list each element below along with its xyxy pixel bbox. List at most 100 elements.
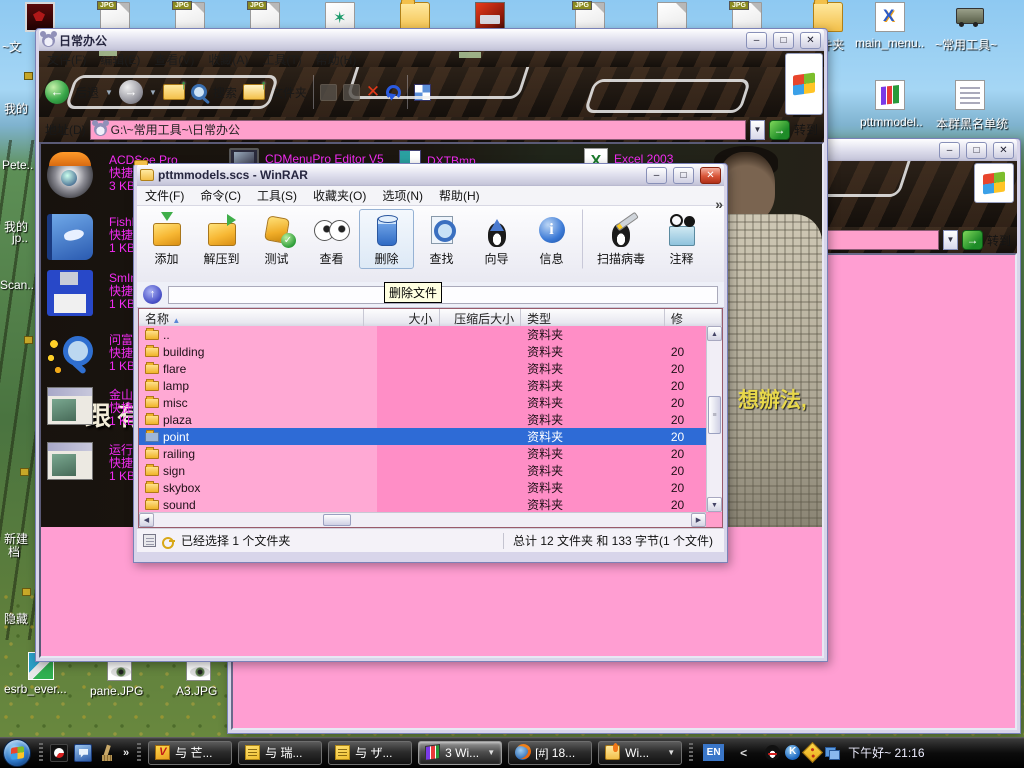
- maximize-button[interactable]: □: [673, 167, 694, 184]
- task-button[interactable]: 与 芒... ▼: [148, 741, 232, 765]
- desktop-icon-blacklist[interactable]: [955, 80, 985, 110]
- history-icon[interactable]: [320, 84, 337, 101]
- winrar-toolbar-button[interactable]: 向导: [469, 209, 524, 269]
- menu-options[interactable]: 选项(N): [382, 187, 423, 204]
- menu-file[interactable]: 文件(F): [145, 187, 184, 204]
- menu-view[interactable]: 查看(V): [154, 51, 194, 67]
- file-row[interactable]: building 资料夹 20: [139, 343, 722, 360]
- language-indicator[interactable]: EN: [703, 744, 724, 761]
- winrar-toolbar-button[interactable]: 添加: [139, 209, 194, 269]
- menu-help[interactable]: 帮助(H): [316, 51, 357, 67]
- menu-tools[interactable]: 工具(S): [257, 187, 297, 204]
- desktop-icon-label[interactable]: ~文: [2, 38, 21, 55]
- quicklaunch-icon-1[interactable]: [50, 744, 68, 762]
- desktop-icon-label[interactable]: 隐藏: [4, 610, 28, 627]
- file-row[interactable]: sound 资料夹 20: [139, 496, 722, 513]
- tray-grip[interactable]: [689, 743, 693, 763]
- back-button[interactable]: ←: [45, 80, 69, 104]
- key-status-icon[interactable]: [162, 534, 175, 547]
- menu-tools[interactable]: 工具(T): [262, 51, 301, 67]
- task-button[interactable]: [#] 18... ▼: [508, 741, 592, 765]
- file-row[interactable]: point 资料夹 20: [139, 428, 722, 445]
- chevron-down-icon[interactable]: ▼: [943, 230, 958, 250]
- desktop-icon-pttmmodel[interactable]: [875, 80, 905, 110]
- column-header-name[interactable]: 名称 ▲: [139, 309, 364, 326]
- winrar-toolbar-button[interactable]: 测试: [249, 209, 304, 269]
- task-group-dropdown-icon[interactable]: ▼: [667, 748, 675, 757]
- column-header-type[interactable]: 类型: [521, 309, 665, 326]
- search-icon[interactable]: [191, 84, 207, 100]
- chevron-down-icon[interactable]: ▼: [750, 120, 765, 140]
- winrar-toolbar-button[interactable]: 查看: [304, 209, 359, 269]
- minimize-button[interactable]: –: [646, 167, 667, 184]
- scroll-up-icon[interactable]: ▲: [707, 326, 722, 341]
- desktop-icon-main-menu[interactable]: [875, 2, 905, 32]
- move-icon[interactable]: [343, 84, 360, 101]
- pizza-tray-icon[interactable]: [802, 742, 823, 763]
- file-row[interactable]: misc 资料夹 20: [139, 394, 722, 411]
- desktop-icon-label[interactable]: Scan..: [0, 278, 34, 292]
- scrollbar-thumb[interactable]: [323, 514, 351, 526]
- folders-icon[interactable]: [243, 84, 265, 100]
- network-tray-icon[interactable]: [825, 745, 840, 760]
- file-row[interactable]: railing 资料夹 20: [139, 445, 722, 462]
- start-button[interactable]: [3, 739, 31, 767]
- task-button[interactable]: Wi... ▼: [598, 741, 682, 765]
- winrar-toolbar-button[interactable]: 解压到: [194, 209, 249, 269]
- maximize-button[interactable]: □: [966, 142, 987, 159]
- task-button[interactable]: 与 ザ... ▼: [328, 741, 412, 765]
- menu-favorites[interactable]: 收藏夹(O): [313, 187, 366, 204]
- menu-file[interactable]: 文件(F): [47, 51, 86, 67]
- column-header-modified[interactable]: 修: [665, 309, 722, 326]
- drive-status-icon[interactable]: [143, 534, 156, 547]
- archive-file-list[interactable]: 名称 ▲ 大小 压缩后大小 类型 修 .. 资料夹: [138, 308, 723, 528]
- file-row[interactable]: lamp 资料夹 20: [139, 377, 722, 394]
- winrar-window[interactable]: pttmmodels.scs - WinRAR – □ ✕ 文件(F) 命令(C…: [133, 163, 728, 563]
- close-button[interactable]: ✕: [800, 32, 821, 49]
- file-row[interactable]: .. 资料夹: [139, 326, 722, 343]
- scroll-right-icon[interactable]: ▶: [691, 513, 706, 527]
- quicklaunch-grip[interactable]: [39, 743, 43, 763]
- up-button[interactable]: [163, 84, 185, 100]
- file-row[interactable]: sign 资料夹 20: [139, 462, 722, 479]
- desktop-icon-label[interactable]: 我的: [4, 100, 28, 117]
- desktop-icon-label[interactable]: jp..: [12, 231, 28, 245]
- vertical-scrollbar[interactable]: ▲ ≡ ▼: [706, 326, 722, 512]
- close-button[interactable]: ✕: [993, 142, 1014, 159]
- explorer-titlebar[interactable]: 日常办公 – □ ✕: [39, 29, 824, 51]
- taskbar-grip[interactable]: [137, 743, 141, 763]
- address-input[interactable]: G:\~常用工具~\日常办公: [90, 120, 746, 140]
- maximize-button[interactable]: □: [773, 32, 794, 49]
- winrar-toolbar-button[interactable]: 删除: [359, 209, 414, 269]
- menu-commands[interactable]: 命令(C): [200, 187, 241, 204]
- desktop-icon-label[interactable]: Pete..: [2, 158, 33, 172]
- go-button[interactable]: →: [769, 120, 790, 140]
- up-one-level-button[interactable]: ↑: [143, 285, 162, 304]
- horizontal-scrollbar[interactable]: ◀ ▶: [139, 512, 706, 527]
- winrar-toolbar-button[interactable]: 查找: [414, 209, 469, 269]
- file-row[interactable]: plaza 资料夹 20: [139, 411, 722, 428]
- scrollbar-thumb[interactable]: ≡: [708, 396, 721, 434]
- task-button[interactable]: 3 Wi... ▼: [418, 741, 502, 765]
- desktop-icon-label[interactable]: 档: [8, 543, 20, 560]
- archive-path-combobox[interactable]: [168, 286, 718, 304]
- winrar-toolbar-button[interactable]: 信息: [524, 209, 579, 269]
- kugou-tray-icon[interactable]: [785, 745, 800, 760]
- undo-icon[interactable]: [386, 85, 401, 100]
- close-button[interactable]: ✕: [700, 167, 721, 184]
- winrar-toolbar-button[interactable]: 扫描病毒: [582, 209, 654, 269]
- menu-favorites[interactable]: 收藏(A): [208, 51, 248, 67]
- go-button[interactable]: →: [962, 230, 983, 250]
- file-row[interactable]: skybox 资料夹 20: [139, 479, 722, 496]
- toolbar-overflow-chevron[interactable]: »: [715, 196, 723, 212]
- minimize-button[interactable]: –: [746, 32, 767, 49]
- tray-collapse-arrow[interactable]: <: [740, 746, 747, 760]
- column-header-size[interactable]: 大小: [364, 309, 440, 326]
- task-button[interactable]: 与 瑞... ▼: [238, 741, 322, 765]
- taskbar-clock[interactable]: 下午好~ 21:16: [848, 744, 924, 761]
- winrar-toolbar-button[interactable]: 注释: [654, 209, 709, 269]
- desktop-icon-tools[interactable]: [955, 2, 985, 32]
- file-row[interactable]: flare 资料夹 20: [139, 360, 722, 377]
- column-header-packed[interactable]: 压缩后大小: [440, 309, 522, 326]
- winrar-titlebar[interactable]: pttmmodels.scs - WinRAR – □ ✕: [137, 164, 724, 186]
